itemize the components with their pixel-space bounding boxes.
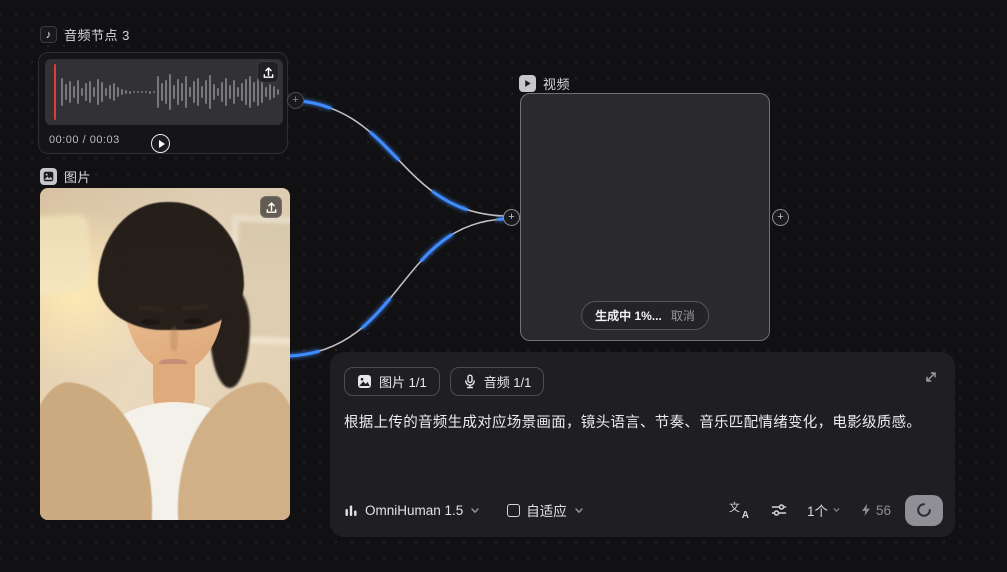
- wire-image-to-video: [289, 218, 505, 357]
- panel-toolbar: OmniHuman 1.5 自适应 文 A 1个 56: [344, 493, 943, 527]
- image-icon: [358, 375, 371, 388]
- image-node-header[interactable]: 图片: [40, 167, 91, 186]
- wire-flow-glow: [288, 217, 506, 358]
- video-node-card[interactable]: 生成中 1%... 取消: [520, 93, 770, 341]
- waveform-bars: [61, 59, 279, 125]
- upload-icon: [263, 66, 273, 78]
- image-attachment-tag[interactable]: 图片 1/1: [344, 367, 440, 396]
- prompt-text[interactable]: 根据上传的音频生成对应场景画面，镜头语言、节奏、音乐匹配情绪变化，电影级质感。: [344, 413, 941, 435]
- expand-panel-button[interactable]: [922, 368, 942, 388]
- expand-icon: [926, 372, 936, 382]
- chevron-down-icon: [469, 505, 481, 516]
- credits-cost: 56: [860, 503, 891, 518]
- translate-button[interactable]: 文 A: [725, 496, 753, 524]
- audio-node-title: 音频节点 3: [64, 28, 130, 43]
- mic-icon: [464, 374, 475, 389]
- audio-time: 00:00 / 00:03: [49, 134, 120, 146]
- tag-label: 图片 1/1: [379, 375, 427, 390]
- bar-levels-icon: [344, 503, 359, 518]
- upload-audio-button[interactable]: [257, 61, 279, 83]
- play-icon: [158, 139, 165, 148]
- video-play-icon: [519, 75, 536, 92]
- audio-output-port[interactable]: +: [287, 92, 304, 109]
- video-node-title: 视频: [543, 77, 571, 92]
- tag-label: 音频 1/1: [483, 375, 532, 390]
- chevron-down-icon: [573, 505, 585, 516]
- music-note-icon: ♪: [40, 26, 57, 43]
- prompt-panel[interactable]: 图片 1/1 音频 1/1 根据上传的音频生成对应场景画面，镜头语言、节奏、音乐…: [330, 352, 955, 537]
- lightning-icon: [861, 503, 870, 516]
- video-output-port[interactable]: +: [772, 209, 789, 226]
- frame-icon: [507, 503, 521, 517]
- generation-count-selector[interactable]: 1个: [807, 500, 842, 520]
- video-input-port[interactable]: +: [503, 209, 520, 226]
- audio-node-header[interactable]: ♪ 音频节点 3: [40, 25, 130, 44]
- generate-button[interactable]: [905, 494, 943, 526]
- cancel-button[interactable]: 取消: [671, 307, 695, 324]
- upload-icon: [266, 201, 276, 213]
- chevron-down-icon: [831, 505, 842, 515]
- aspect-ratio-value: 自适应: [526, 504, 567, 519]
- image-icon: [40, 168, 57, 185]
- sliders-icon: [771, 504, 787, 516]
- audio-waveform[interactable]: [45, 59, 283, 125]
- spinner-icon: [917, 503, 931, 517]
- wire-flow-glow: [286, 98, 506, 218]
- model-selector[interactable]: OmniHuman 1.5: [344, 503, 481, 518]
- portrait-photo: [40, 188, 290, 520]
- audio-play-button[interactable]: [151, 134, 170, 153]
- audio-node-card[interactable]: 00:00 / 00:03: [38, 52, 288, 154]
- image-node-title: 图片: [64, 170, 92, 185]
- generation-status-pill[interactable]: 生成中 1%... 取消: [581, 301, 709, 330]
- credits-value: 56: [875, 502, 891, 518]
- audio-attachment-tag[interactable]: 音频 1/1: [449, 367, 545, 396]
- image-node-card[interactable]: [40, 188, 290, 520]
- upload-image-button[interactable]: [260, 196, 282, 218]
- model-name: OmniHuman 1.5: [365, 502, 464, 518]
- video-node-header[interactable]: 视频: [519, 74, 570, 93]
- generation-count: 1个: [806, 504, 828, 519]
- aspect-ratio-selector[interactable]: 自适应: [507, 500, 585, 520]
- attachment-tags: 图片 1/1 音频 1/1: [344, 367, 941, 396]
- translate-icon: 文 A: [728, 502, 749, 521]
- generation-progress: 生成中 1%...: [595, 309, 662, 323]
- waveform-playhead[interactable]: [54, 64, 56, 120]
- advanced-settings-button[interactable]: [765, 496, 793, 524]
